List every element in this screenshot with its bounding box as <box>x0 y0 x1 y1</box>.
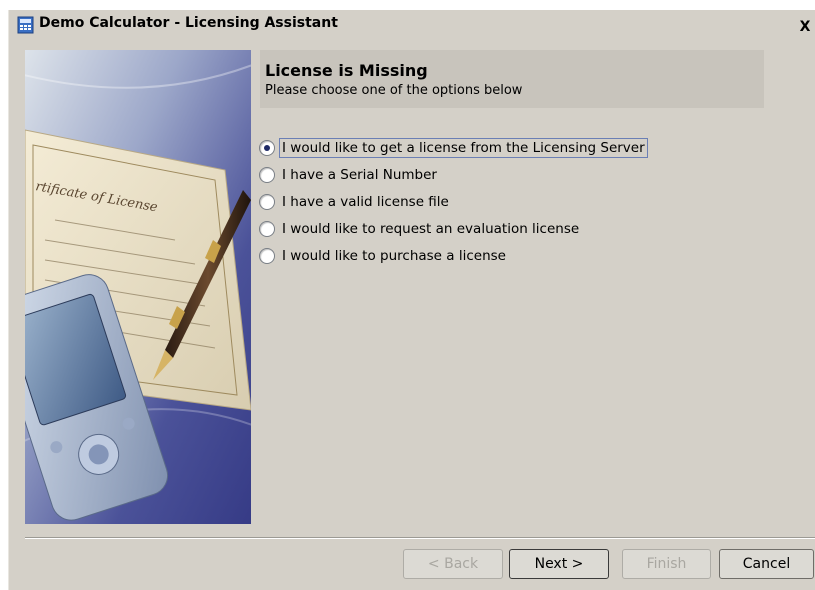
finish-button[interactable]: Finish <box>622 549 711 579</box>
licensing-dialog: Demo Calculator - Licensing Assistant X <box>8 10 815 590</box>
option-license-file[interactable]: I have a valid license file <box>259 188 648 215</box>
title-bar[interactable]: Demo Calculator - Licensing Assistant X <box>9 10 815 40</box>
radio-button[interactable] <box>259 220 275 237</box>
header-title: License is Missing <box>265 61 428 80</box>
cancel-button[interactable]: Cancel <box>719 549 814 579</box>
calculator-app-icon <box>17 16 35 34</box>
option-serial-number[interactable]: I have a Serial Number <box>259 161 648 188</box>
radio-button[interactable] <box>259 247 275 264</box>
option-label[interactable]: I have a valid license file <box>279 192 452 212</box>
radio-button-selected[interactable] <box>259 139 275 156</box>
certificate-pen-pda-illustration: rtificate of License <box>25 50 251 524</box>
option-licensing-server[interactable]: I would like to get a license from the L… <box>259 134 648 161</box>
radio-button[interactable] <box>259 193 275 210</box>
header-panel: License is Missing Please choose one of … <box>260 50 764 108</box>
option-evaluation-license[interactable]: I would like to request an evaluation li… <box>259 215 648 242</box>
header-subtitle: Please choose one of the options below <box>265 83 523 98</box>
option-label[interactable]: I would like to request an evaluation li… <box>279 219 582 239</box>
option-purchase-license[interactable]: I would like to purchase a license <box>259 242 648 269</box>
back-button[interactable]: < Back <box>403 549 503 579</box>
close-icon[interactable]: X <box>794 18 815 37</box>
option-label[interactable]: I would like to get a license from the L… <box>279 137 648 158</box>
license-options-group: I would like to get a license from the L… <box>259 134 648 269</box>
option-label[interactable]: I would like to purchase a license <box>279 246 509 266</box>
next-button[interactable]: Next > <box>509 549 609 579</box>
option-label[interactable]: I have a Serial Number <box>279 165 440 185</box>
window-title: Demo Calculator - Licensing Assistant <box>39 15 338 31</box>
button-bar-divider <box>25 537 815 539</box>
radio-button[interactable] <box>259 166 275 183</box>
